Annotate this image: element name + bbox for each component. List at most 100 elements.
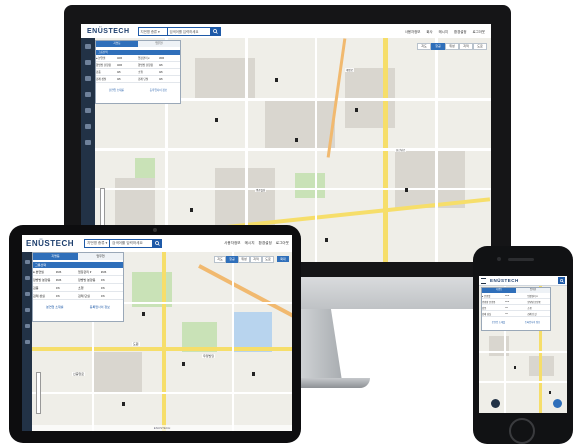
panel-tabs: 지명등 업무현: [96, 41, 180, 47]
nav-icon[interactable]: [85, 108, 91, 113]
header-link[interactable]: 로그아웃: [473, 29, 485, 34]
map-tab[interactable]: 위성: [445, 43, 459, 50]
header-link[interactable]: 메시지: [245, 241, 255, 246]
panel-row[interactable]: ● 본연필 46/6 업장관리 ▾ 36/6: [96, 55, 180, 62]
panel-tabs: 지명등 업무현: [482, 288, 550, 293]
nav-icon[interactable]: [24, 292, 30, 296]
map-tab[interactable]: 지적: [459, 43, 473, 50]
panel-buttons: 분연업 소재를 등록업사이 정보: [96, 88, 180, 92]
map-tab[interactable]: 도로: [262, 256, 274, 263]
search-icon: [559, 278, 564, 283]
app-header: ENÜSTECH: [479, 276, 567, 286]
tablet-camera: [153, 228, 157, 232]
search-icon: [213, 28, 218, 34]
panel-row[interactable]: 검례 성실 0/6 검례 단실: [482, 311, 550, 317]
app-logo: ENÜSTECH: [490, 278, 519, 283]
panel-tab[interactable]: 지명등: [33, 253, 78, 260]
nav-icon[interactable]: [24, 324, 30, 328]
header-link[interactable]: 환경설정: [259, 241, 272, 246]
panel-buttons: 분연업 소재를 등록업사이 정보: [33, 305, 123, 309]
panel-tabs: 지명등 업무현: [33, 253, 123, 260]
nav-icon[interactable]: [85, 92, 91, 97]
location-button[interactable]: [491, 399, 500, 408]
search-input[interactable]: 검색어를 입력하세요: [110, 239, 154, 248]
tablet-screen: ENÜSTECH 지번명 종류 ▾ 검색어를 입력하세요 사용자정보 메시지 환…: [22, 235, 292, 431]
panel-row[interactable]: 양방방 분양용 46/6 양방방 분양용 0/6: [96, 62, 180, 69]
panel-row[interactable]: 검례 성실 0/6 검례 단실 0/6: [33, 292, 123, 300]
nav-icon[interactable]: [24, 308, 30, 312]
header-links: 사용자정보 회사 메시지 환경설정 로그아웃: [405, 29, 485, 34]
panel-link[interactable]: 분연업 소재를: [109, 88, 124, 92]
phone-screen: ENÜSTECH 지명등 업무현 ● 본연필 46/6 업장관리 ▾ 양방방 분양용…: [479, 276, 567, 413]
search-button[interactable]: [153, 239, 163, 248]
map-label: 도원: [132, 342, 140, 346]
menu-icon[interactable]: [481, 277, 486, 284]
map-type-tabs: 지도 항공 위성 지적 도로: [214, 256, 274, 263]
panel-row[interactable]: 검풍 0/6 소행 0/6: [33, 284, 123, 292]
phone-camera: [497, 257, 501, 261]
panel-link[interactable]: 등록업사이 정보: [150, 88, 167, 92]
panel-tab[interactable]: 지명등: [96, 41, 138, 47]
map-tab[interactable]: 도로: [473, 43, 487, 50]
panel-row[interactable]: 검풍 0/6 소행 0/6: [96, 69, 180, 76]
map-label: 우정빌딩: [202, 354, 216, 358]
header-link[interactable]: 회사: [426, 29, 432, 34]
header-link[interactable]: 로그아웃: [276, 241, 289, 246]
phone-home-button[interactable]: [509, 418, 535, 444]
sidebar: [22, 252, 32, 431]
header-link[interactable]: 사용자정보: [405, 29, 421, 34]
layer-panel: 지명등 업무현 그룹선택 ● 본연필 46/6 업장관리 ▾ 36/6 양방방 분양용…: [32, 252, 124, 322]
search-filter-select[interactable]: 지번명 종류 ▾: [84, 239, 111, 248]
layer-panel: 지명등 업무현 그룹선택 ● 본연필 46/6 업장관리 ▾ 36/6 양방방 분양용…: [95, 40, 181, 104]
map-tab[interactable]: 지적: [250, 256, 262, 263]
panel-link[interactable]: 분연업 소재를: [46, 305, 63, 309]
nav-icon[interactable]: [24, 340, 30, 344]
search-button[interactable]: [210, 26, 221, 36]
app-header: ENÜSTECH 지번명 종류 ▾ 검색어를 입력하세요 사용자정보 메시지 환…: [22, 235, 292, 253]
panel-tab[interactable]: 업무현: [138, 41, 180, 47]
map-label: 신중앙로: [72, 372, 86, 376]
panel-row[interactable]: 검례 성실 0/6 검례 단실 0/6: [96, 76, 180, 83]
map-type-tabs: 지도 항공 위성 지적 도로: [417, 43, 487, 50]
panel-tab[interactable]: 업무현: [78, 253, 123, 260]
app-logo: ENÜSTECH: [26, 239, 75, 248]
search-input[interactable]: 검색어를 입력하세요: [167, 26, 211, 36]
nav-icon[interactable]: [85, 60, 91, 65]
panel-row[interactable]: 양방방 분양용 46/6 양방방 분양용 0/6: [33, 276, 123, 284]
search-button[interactable]: [558, 277, 565, 284]
app-logo: ENÜSTECH: [87, 27, 130, 35]
search-filter-select[interactable]: 지번명 종류 ▾: [137, 26, 168, 36]
nav-icon[interactable]: [24, 260, 30, 264]
phone-speaker: [508, 258, 534, 261]
layer-panel: 지명등 업무현 ● 본연필 46/6 업장관리 ▾ 양방방 분양용 46/6 양방방 분…: [481, 287, 551, 331]
header-link[interactable]: 환경설정: [454, 29, 466, 34]
panel-buttons: 분연업 소재를 등록업사이 정보: [482, 320, 550, 324]
map-label: 계명로: [345, 68, 354, 72]
footer-bar: ENUSTECH: [32, 425, 292, 431]
map-tab[interactable]: 지도: [417, 43, 431, 50]
panel-link[interactable]: 분연업 소재를: [492, 320, 505, 324]
header-link[interactable]: 사용자정보: [224, 241, 241, 246]
panel-link[interactable]: 등록업사이 정보: [90, 305, 110, 309]
panel-tab[interactable]: 지명등: [482, 288, 516, 293]
header-link[interactable]: 메시지: [439, 29, 448, 34]
add-button[interactable]: [553, 399, 562, 408]
nav-icon[interactable]: [85, 76, 91, 81]
zoom-slider[interactable]: [36, 372, 41, 414]
nav-icon[interactable]: [85, 44, 91, 49]
nav-icon[interactable]: [85, 140, 91, 145]
map-label: 평촌빌딩: [255, 188, 267, 192]
map-tab[interactable]: 지도: [214, 256, 226, 263]
panel-tab[interactable]: 업무현: [516, 288, 550, 293]
map-tab[interactable]: 항공: [431, 43, 445, 50]
header-links: 사용자정보 메시지 환경설정 로그아웃: [224, 241, 289, 246]
zoom-button[interactable]: 확대: [277, 256, 289, 262]
search-icon: [155, 241, 160, 246]
map-tab[interactable]: 항공: [226, 256, 238, 263]
map-label: 한신당로: [395, 148, 407, 152]
map-tab[interactable]: 위성: [238, 256, 250, 263]
panel-link[interactable]: 등록업사이 정보: [525, 320, 540, 324]
nav-icon[interactable]: [85, 124, 91, 129]
panel-row[interactable]: ● 본연필 46/6 업장관리 ▾ 36/6: [33, 268, 123, 276]
nav-icon[interactable]: [24, 276, 30, 280]
